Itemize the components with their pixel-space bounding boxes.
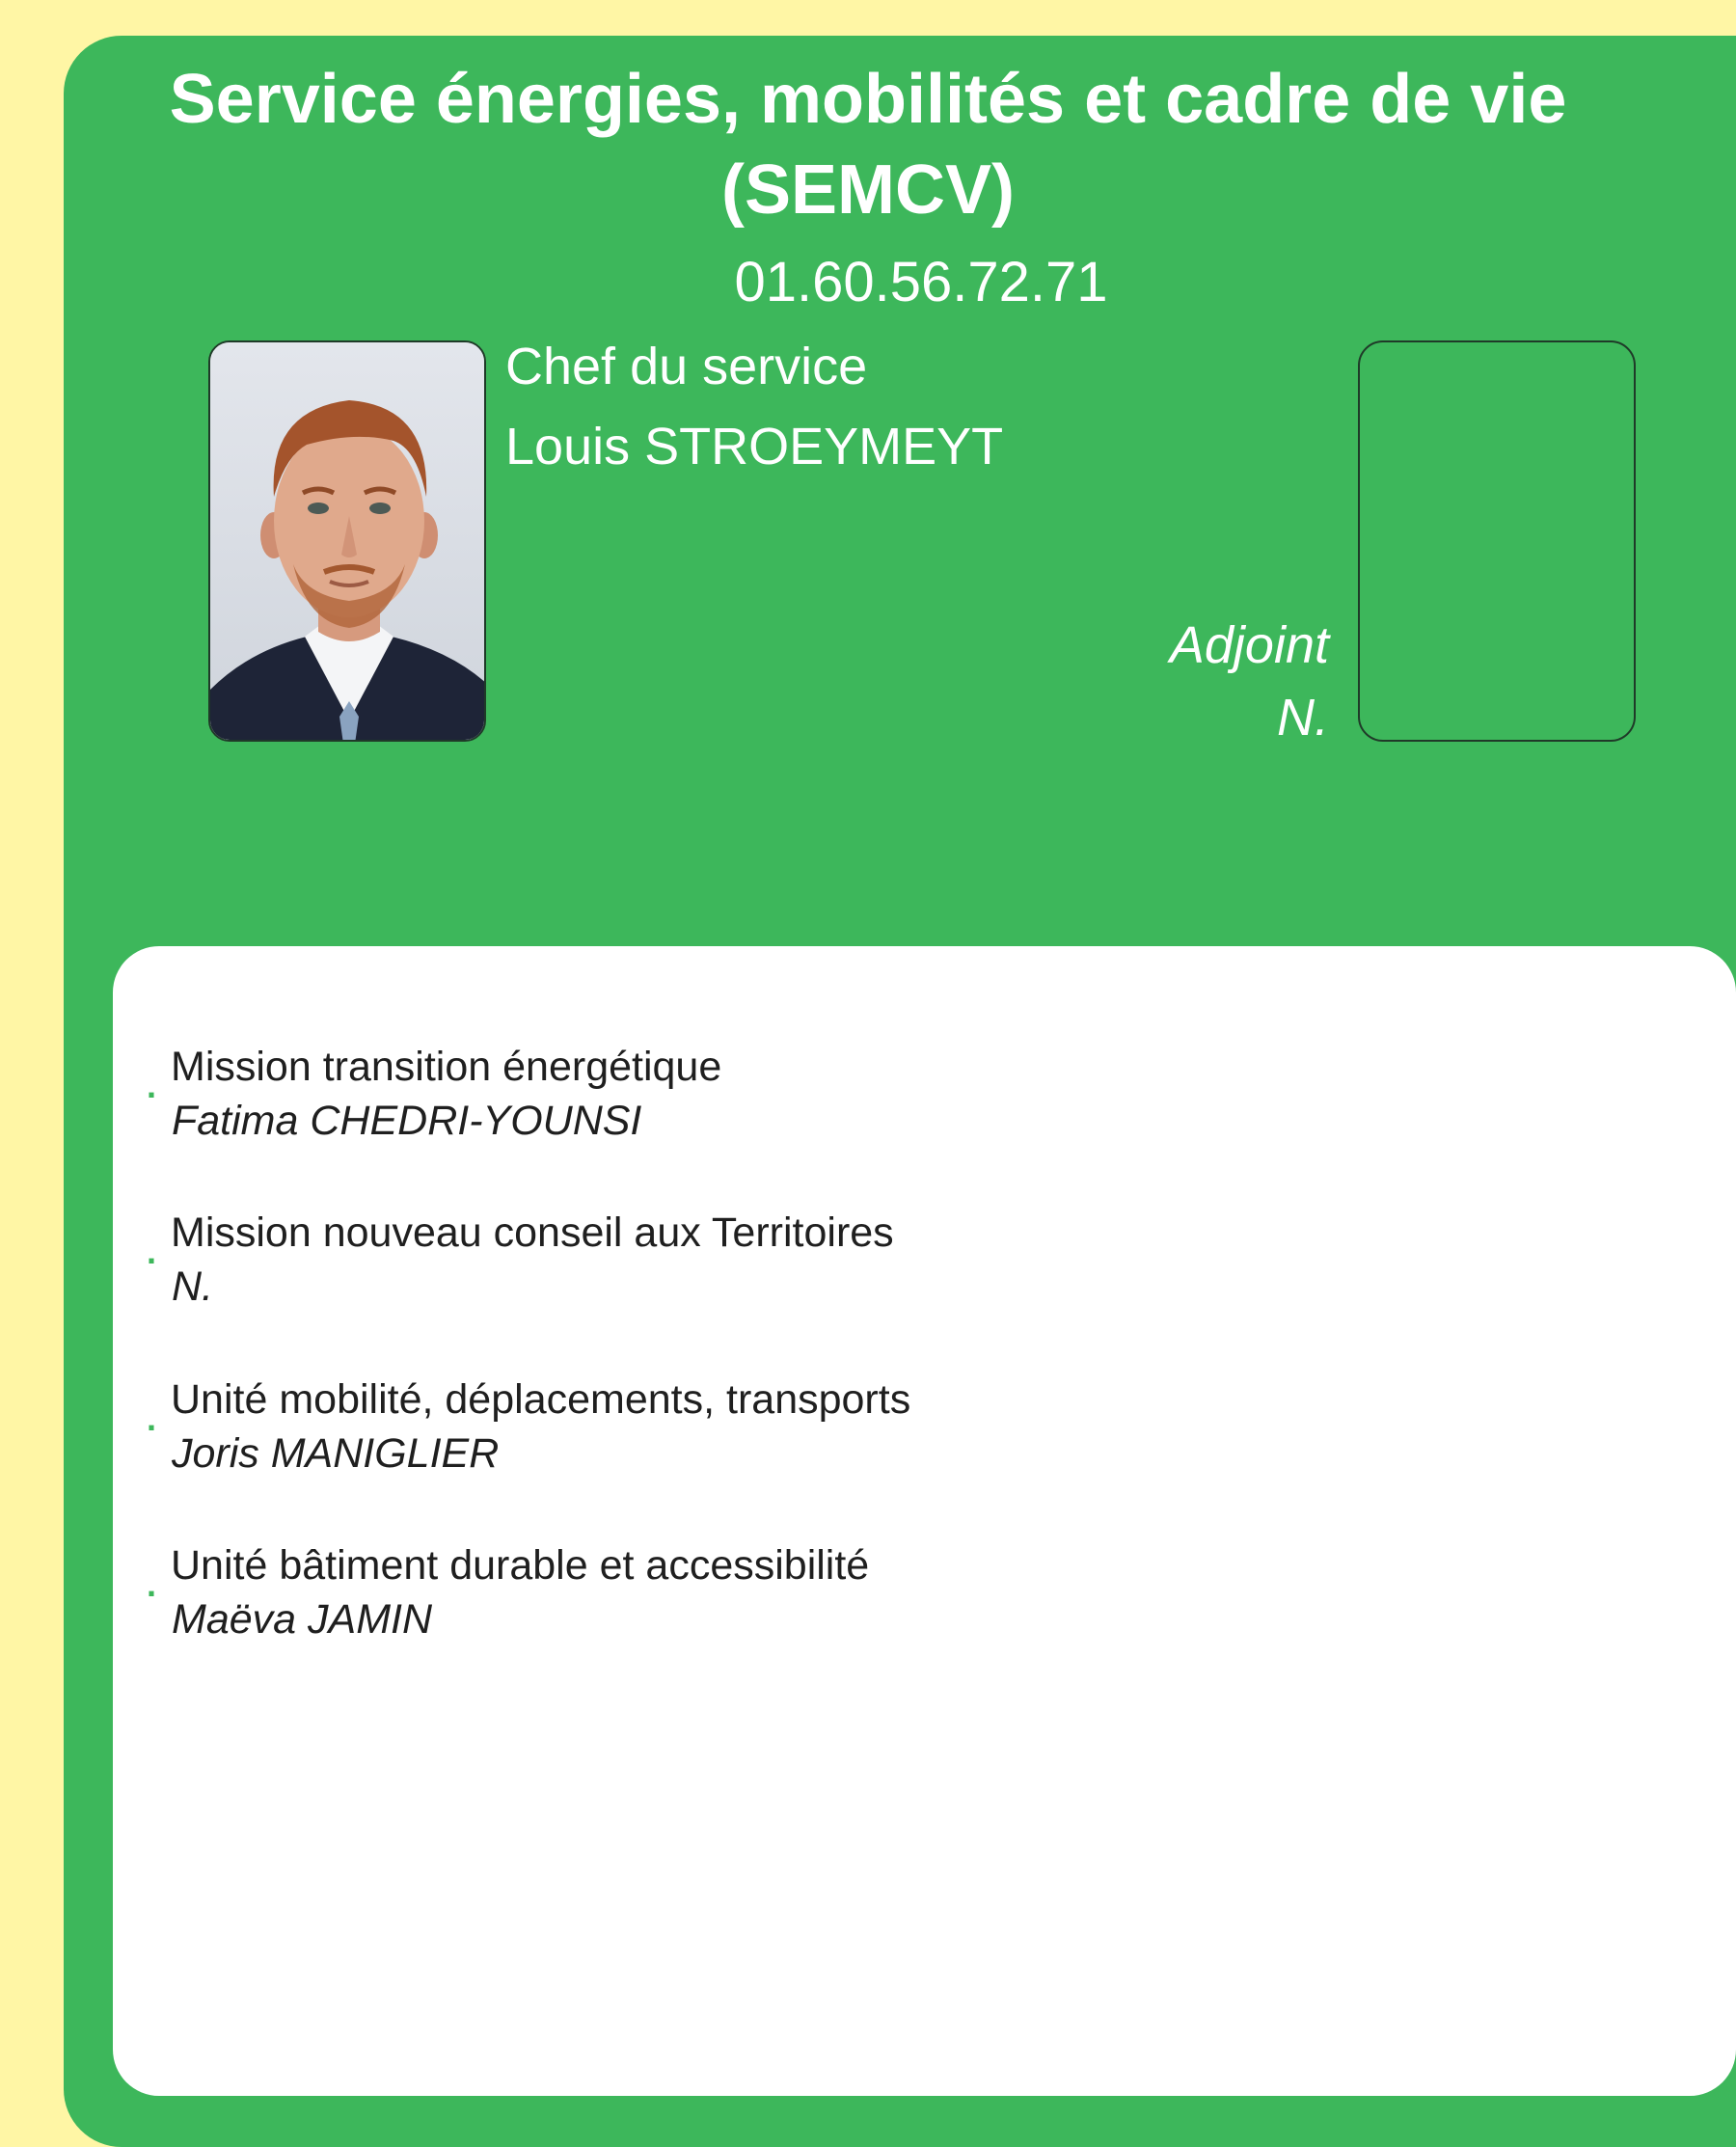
bullet: .: [147, 1232, 157, 1271]
title-line-1: Service énergies, mobilités et cadre de …: [169, 61, 1567, 138]
unit-person: Joris MANIGLIER: [172, 1430, 500, 1477]
chief-portrait-image: [210, 342, 484, 740]
title-line-2: (SEMCV): [721, 151, 1015, 229]
chief-name: Louis STROEYMEYT: [505, 418, 1004, 476]
unit-label: Mission nouveau conseil aux Territoires: [171, 1209, 894, 1256]
unit-label: Unité bâtiment durable et accessibilité: [171, 1542, 870, 1589]
unit-label: Mission transition énergétique: [171, 1044, 722, 1090]
phone-number: 01.60.56.72.71: [734, 251, 1108, 313]
chief-photo: [208, 340, 486, 742]
chief-role: Chef du service: [505, 338, 868, 395]
unit-label: Unité mobilité, déplacements, transports: [171, 1376, 911, 1423]
unit-person: Maëva JAMIN: [172, 1596, 433, 1643]
deputy-name: N.: [1277, 689, 1329, 747]
bullet: .: [147, 1066, 157, 1105]
deputy-role: Adjoint: [1169, 616, 1329, 674]
page-title: Service énergies, mobilités et cadre de …: [0, 54, 1736, 235]
unit-person: N.: [172, 1264, 213, 1310]
bullet: .: [147, 1564, 157, 1604]
bullet: .: [147, 1399, 157, 1438]
unit-person: Fatima CHEDRI-YOUNSI: [172, 1098, 642, 1144]
deputy-photo-placeholder: [1358, 340, 1636, 742]
